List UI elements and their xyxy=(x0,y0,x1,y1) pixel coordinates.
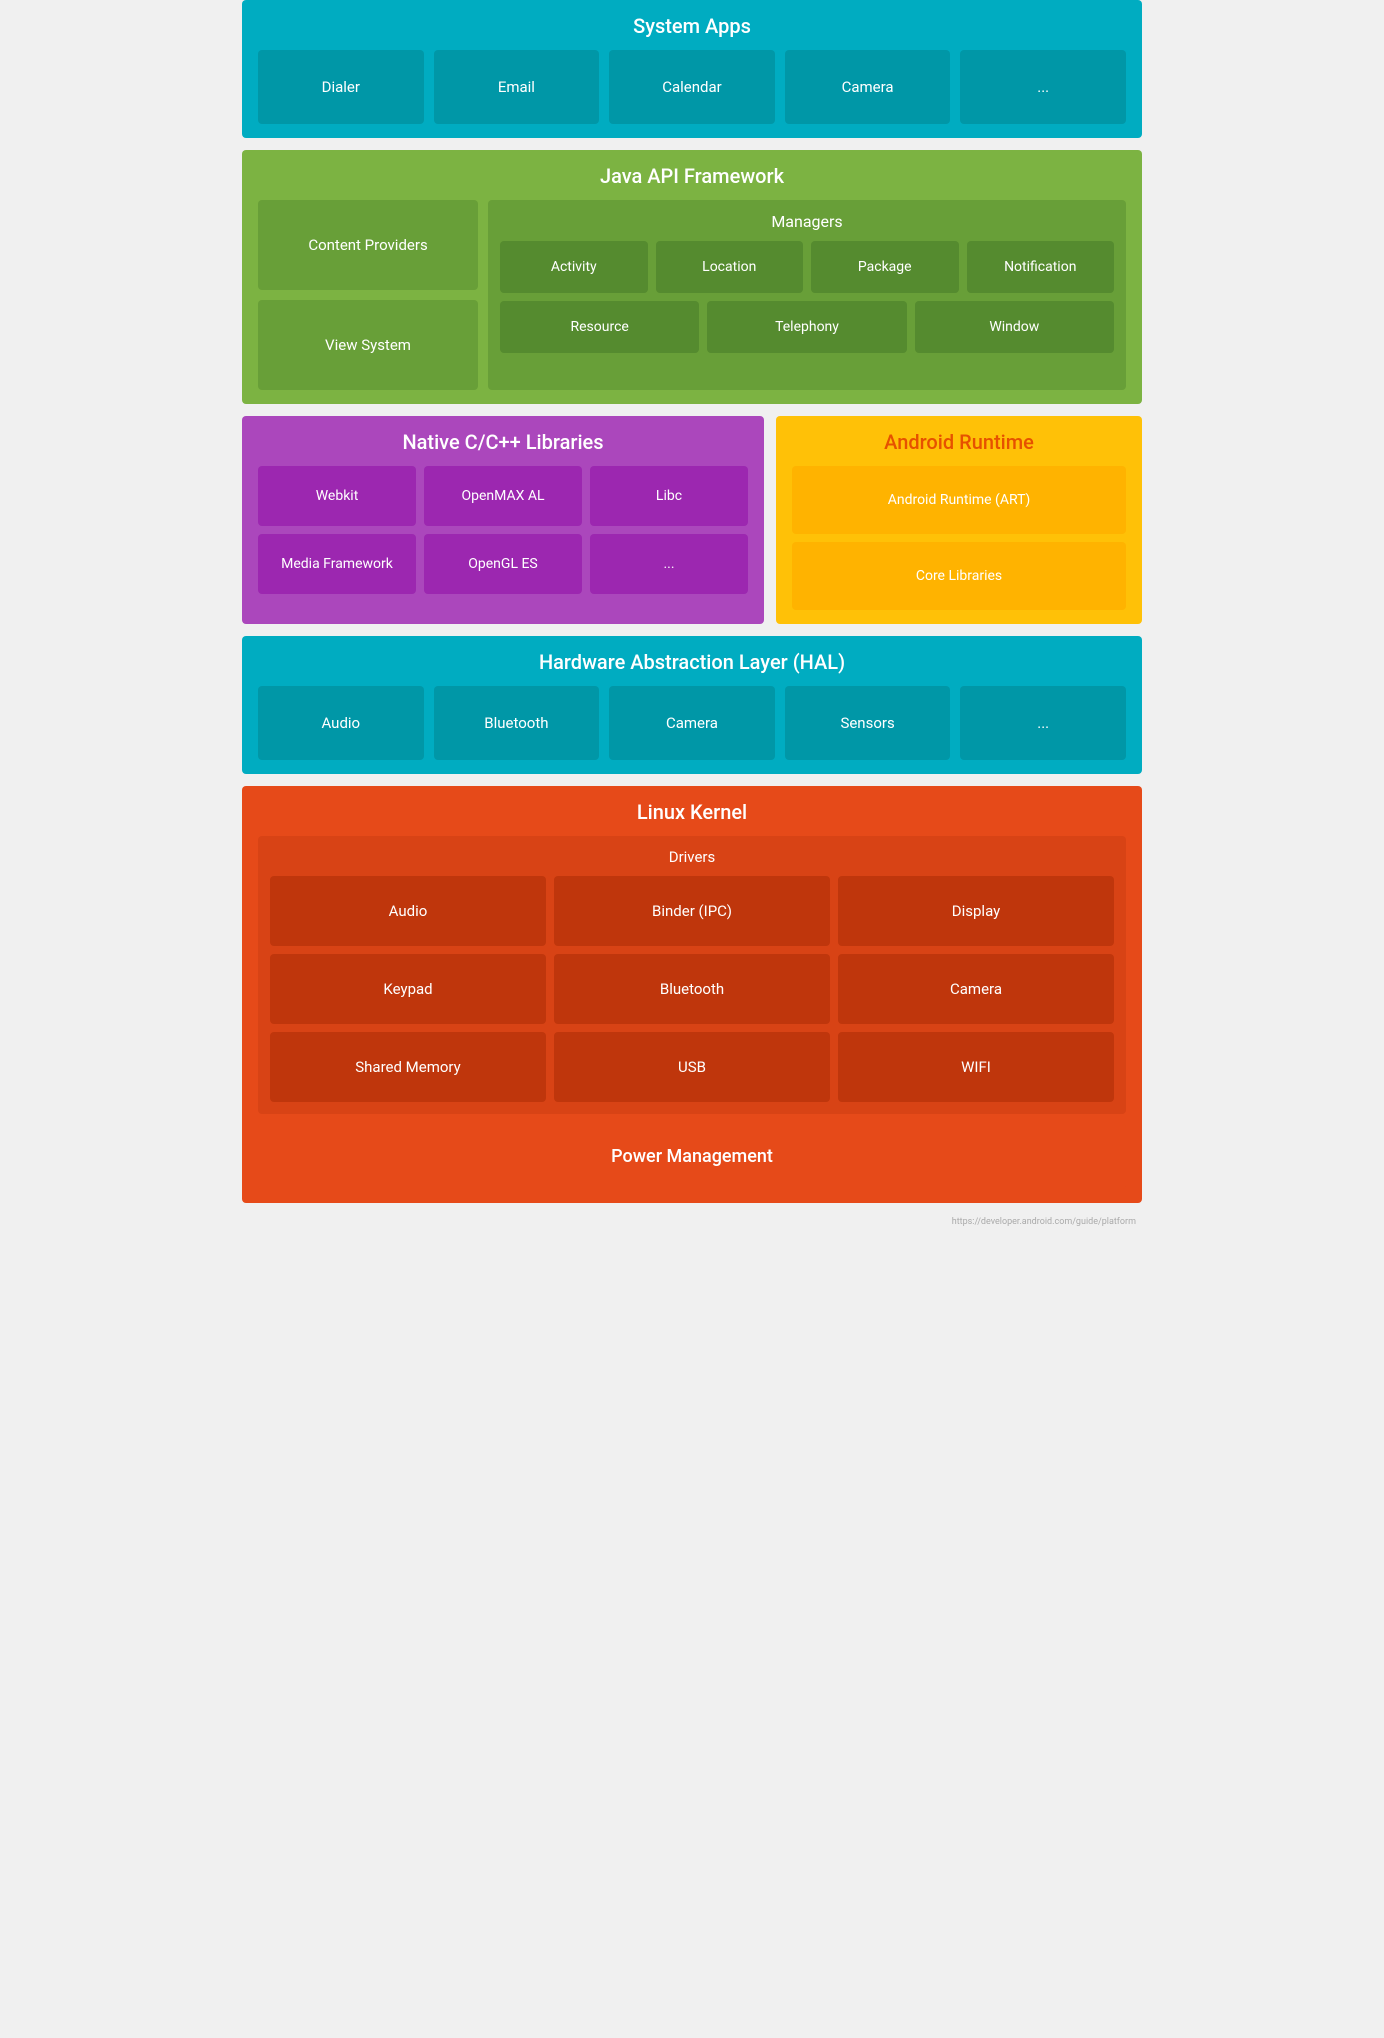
hal-more: ... xyxy=(960,686,1126,760)
java-api-title: Java API Framework xyxy=(258,164,1126,188)
driver-keypad: Keypad xyxy=(270,954,546,1024)
native-libs-grid: Webkit OpenMAX AL Libc Media Framework O… xyxy=(258,466,748,594)
managers-row-2: Resource Telephony Window xyxy=(500,301,1114,353)
native-libs-title: Native C/C++ Libraries xyxy=(258,430,748,454)
lib-more: ... xyxy=(590,534,748,594)
driver-camera: Camera xyxy=(838,954,1114,1024)
managers-grid: Activity Location Package Notification R… xyxy=(500,241,1114,353)
manager-package: Package xyxy=(811,241,959,293)
driver-display: Display xyxy=(838,876,1114,946)
driver-bluetooth: Bluetooth xyxy=(554,954,830,1024)
app-dialer: Dialer xyxy=(258,50,424,124)
lib-media-framework: Media Framework xyxy=(258,534,416,594)
system-apps-layer: System Apps Dialer Email Calendar Camera… xyxy=(242,0,1142,138)
native-libs-layer: Native C/C++ Libraries Webkit OpenMAX AL… xyxy=(242,416,764,624)
managers-panel: Managers Activity Location Package Notif… xyxy=(488,200,1126,390)
hal-sensors: Sensors xyxy=(785,686,951,760)
drivers-title: Drivers xyxy=(270,848,1114,866)
driver-shared-memory: Shared Memory xyxy=(270,1032,546,1102)
android-runtime-layer: Android Runtime Android Runtime (ART) Co… xyxy=(776,416,1142,624)
hal-audio: Audio xyxy=(258,686,424,760)
driver-binder: Binder (IPC) xyxy=(554,876,830,946)
system-apps-title: System Apps xyxy=(258,14,1126,38)
power-management: Power Management xyxy=(258,1124,1126,1189)
view-system: View System xyxy=(258,300,478,390)
java-api-inner: Content Providers View System Managers A… xyxy=(258,200,1126,390)
lib-libc: Libc xyxy=(590,466,748,526)
hal-camera: Camera xyxy=(609,686,775,760)
core-libraries-cell: Core Libraries xyxy=(792,542,1126,610)
art-cell: Android Runtime (ART) xyxy=(792,466,1126,534)
driver-usb: USB xyxy=(554,1032,830,1102)
manager-resource: Resource xyxy=(500,301,699,353)
system-apps-grid: Dialer Email Calendar Camera ... xyxy=(258,50,1126,124)
manager-activity: Activity xyxy=(500,241,648,293)
android-runtime-cells: Android Runtime (ART) Core Libraries xyxy=(792,466,1126,610)
native-libs-row-1: Webkit OpenMAX AL Libc xyxy=(258,466,748,526)
manager-location: Location xyxy=(656,241,804,293)
drivers-section: Drivers Audio Binder (IPC) Display Keypa… xyxy=(258,836,1126,1114)
drivers-row-2: Keypad Bluetooth Camera xyxy=(270,954,1114,1024)
manager-telephony: Telephony xyxy=(707,301,906,353)
java-api-layer: Java API Framework Content Providers Vie… xyxy=(242,150,1142,404)
lib-opengl: OpenGL ES xyxy=(424,534,582,594)
android-runtime-title: Android Runtime xyxy=(792,430,1126,454)
linux-kernel-title: Linux Kernel xyxy=(258,800,1126,824)
lib-webkit: Webkit xyxy=(258,466,416,526)
native-libs-row-2: Media Framework OpenGL ES ... xyxy=(258,534,748,594)
hal-bluetooth: Bluetooth xyxy=(434,686,600,760)
app-more: ... xyxy=(960,50,1126,124)
hal-title: Hardware Abstraction Layer (HAL) xyxy=(258,650,1126,674)
native-runtime-row: Native C/C++ Libraries Webkit OpenMAX AL… xyxy=(242,416,1142,624)
drivers-row-1: Audio Binder (IPC) Display xyxy=(270,876,1114,946)
java-api-left: Content Providers View System xyxy=(258,200,478,390)
drivers-grid: Audio Binder (IPC) Display Keypad Blueto… xyxy=(270,876,1114,1102)
drivers-row-3: Shared Memory USB WIFI xyxy=(270,1032,1114,1102)
managers-title: Managers xyxy=(500,212,1114,231)
manager-notification: Notification xyxy=(967,241,1115,293)
hal-grid: Audio Bluetooth Camera Sensors ... xyxy=(258,686,1126,760)
app-email: Email xyxy=(434,50,600,124)
managers-row-1: Activity Location Package Notification xyxy=(500,241,1114,293)
hal-layer: Hardware Abstraction Layer (HAL) Audio B… xyxy=(242,636,1142,774)
lib-openmax: OpenMAX AL xyxy=(424,466,582,526)
linux-kernel-layer: Linux Kernel Drivers Audio Binder (IPC) … xyxy=(242,786,1142,1203)
manager-window: Window xyxy=(915,301,1114,353)
driver-wifi: WIFI xyxy=(838,1032,1114,1102)
app-calendar: Calendar xyxy=(609,50,775,124)
driver-audio: Audio xyxy=(270,876,546,946)
watermark: https://developer.android.com/guide/plat… xyxy=(242,1215,1142,1229)
content-providers: Content Providers xyxy=(258,200,478,290)
app-camera: Camera xyxy=(785,50,951,124)
